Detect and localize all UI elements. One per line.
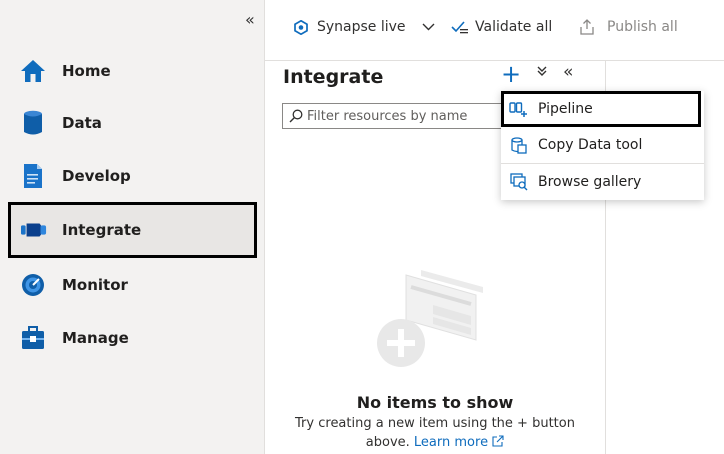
menu-item-label: Browse gallery (538, 174, 642, 190)
sidebar-item-integrate[interactable]: Integrate (8, 202, 257, 258)
sidebar-item-data[interactable]: Data (0, 97, 264, 149)
menu-item-pipeline[interactable]: Pipeline (501, 91, 701, 127)
sidebar-item-develop[interactable]: Develop (0, 150, 264, 202)
sidebar-item-label: Integrate (62, 221, 142, 239)
top-toolbar: Synapse live Validate all Publish all (265, 0, 724, 61)
filter-resources-input[interactable] (303, 107, 509, 125)
empty-state-hint-line2: above. Learn more (265, 435, 605, 450)
home-icon (20, 58, 46, 84)
integrate-icon (21, 217, 47, 243)
copy-data-icon (509, 135, 529, 155)
validate-all-button[interactable]: Validate all (451, 19, 552, 35)
menu-item-browse-gallery[interactable]: Browse gallery (501, 164, 704, 200)
publish-icon (580, 19, 594, 35)
publish-all-button[interactable]: Publish all (580, 19, 678, 35)
add-resource-menu: Pipeline Copy Data tool Browse gallery (501, 91, 704, 200)
sidebar-item-manage[interactable]: Manage (0, 312, 264, 364)
filter-field[interactable] (282, 103, 512, 129)
menu-item-copy-data-tool[interactable]: Copy Data tool (501, 127, 704, 163)
sidebar-item-label: Home (62, 62, 111, 80)
validate-all-label: Validate all (475, 19, 553, 35)
workspace-label: Synapse live (317, 19, 406, 35)
monitor-icon (20, 272, 46, 298)
validate-icon (451, 20, 469, 35)
empty-state-hint-prefix: above. (365, 435, 410, 450)
sidebar-item-label: Manage (62, 329, 129, 347)
external-link-icon (492, 435, 504, 447)
menu-item-label: Copy Data tool (538, 137, 643, 153)
gallery-icon (509, 172, 529, 192)
sidebar-item-label: Monitor (62, 276, 128, 294)
sidebar-item-label: Develop (62, 167, 131, 185)
publish-all-label: Publish all (607, 19, 678, 35)
left-nav-sidebar: « Home Data Develop Integrate Monitor Ma… (0, 0, 265, 454)
collapse-sidebar-button[interactable]: « (245, 10, 255, 29)
manage-icon (20, 325, 46, 351)
sidebar-item-home[interactable]: Home (0, 45, 264, 97)
pipeline-icon (509, 99, 529, 119)
add-new-resource-button[interactable]: + (501, 61, 521, 87)
menu-item-label: Pipeline (538, 101, 593, 117)
chevron-down-icon (422, 23, 435, 31)
learn-more-link[interactable]: Learn more (414, 435, 504, 450)
empty-state-illustration (371, 265, 491, 379)
synapse-icon (294, 19, 308, 35)
expand-all-button[interactable] (536, 63, 548, 81)
sidebar-item-label: Data (62, 114, 102, 132)
empty-state-hint: Try creating a new item using the + butt… (295, 416, 575, 431)
develop-icon (20, 163, 46, 189)
workspace-selector[interactable]: Synapse live (294, 19, 435, 35)
learn-more-label: Learn more (413, 435, 489, 450)
data-icon (20, 110, 46, 136)
chevron-double-down-icon (537, 66, 547, 76)
sidebar-item-monitor[interactable]: Monitor (0, 259, 264, 311)
collapse-panel-button[interactable]: « (563, 62, 573, 82)
search-icon (289, 109, 303, 123)
empty-state-title: No items to show (356, 393, 514, 412)
page-title: Integrate (283, 66, 384, 88)
